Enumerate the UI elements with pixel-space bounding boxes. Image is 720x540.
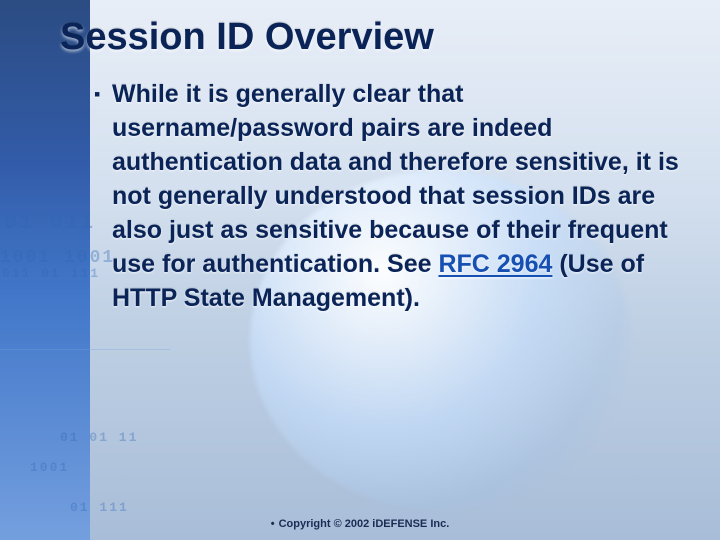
slide-title: Session ID Overview xyxy=(60,16,684,59)
copyright-text: Copyright © 2002 iDEFENSE Inc. xyxy=(279,518,450,530)
footer: • Copyright © 2002 iDEFENSE Inc. xyxy=(0,518,720,530)
bullet-item: ▪ While it is generally clear that usern… xyxy=(94,77,684,315)
slide-body: ▪ While it is generally clear that usern… xyxy=(60,77,684,315)
footer-bullet-icon: • xyxy=(271,518,275,530)
bullet-text-pre: While it is generally clear that usernam… xyxy=(112,80,679,278)
bullet-marker-icon: ▪ xyxy=(94,77,112,315)
bullet-text: While it is generally clear that usernam… xyxy=(112,77,684,315)
rfc-link[interactable]: RFC 2964 xyxy=(438,250,552,278)
slide: Session ID Overview ▪ While it is genera… xyxy=(0,0,720,540)
